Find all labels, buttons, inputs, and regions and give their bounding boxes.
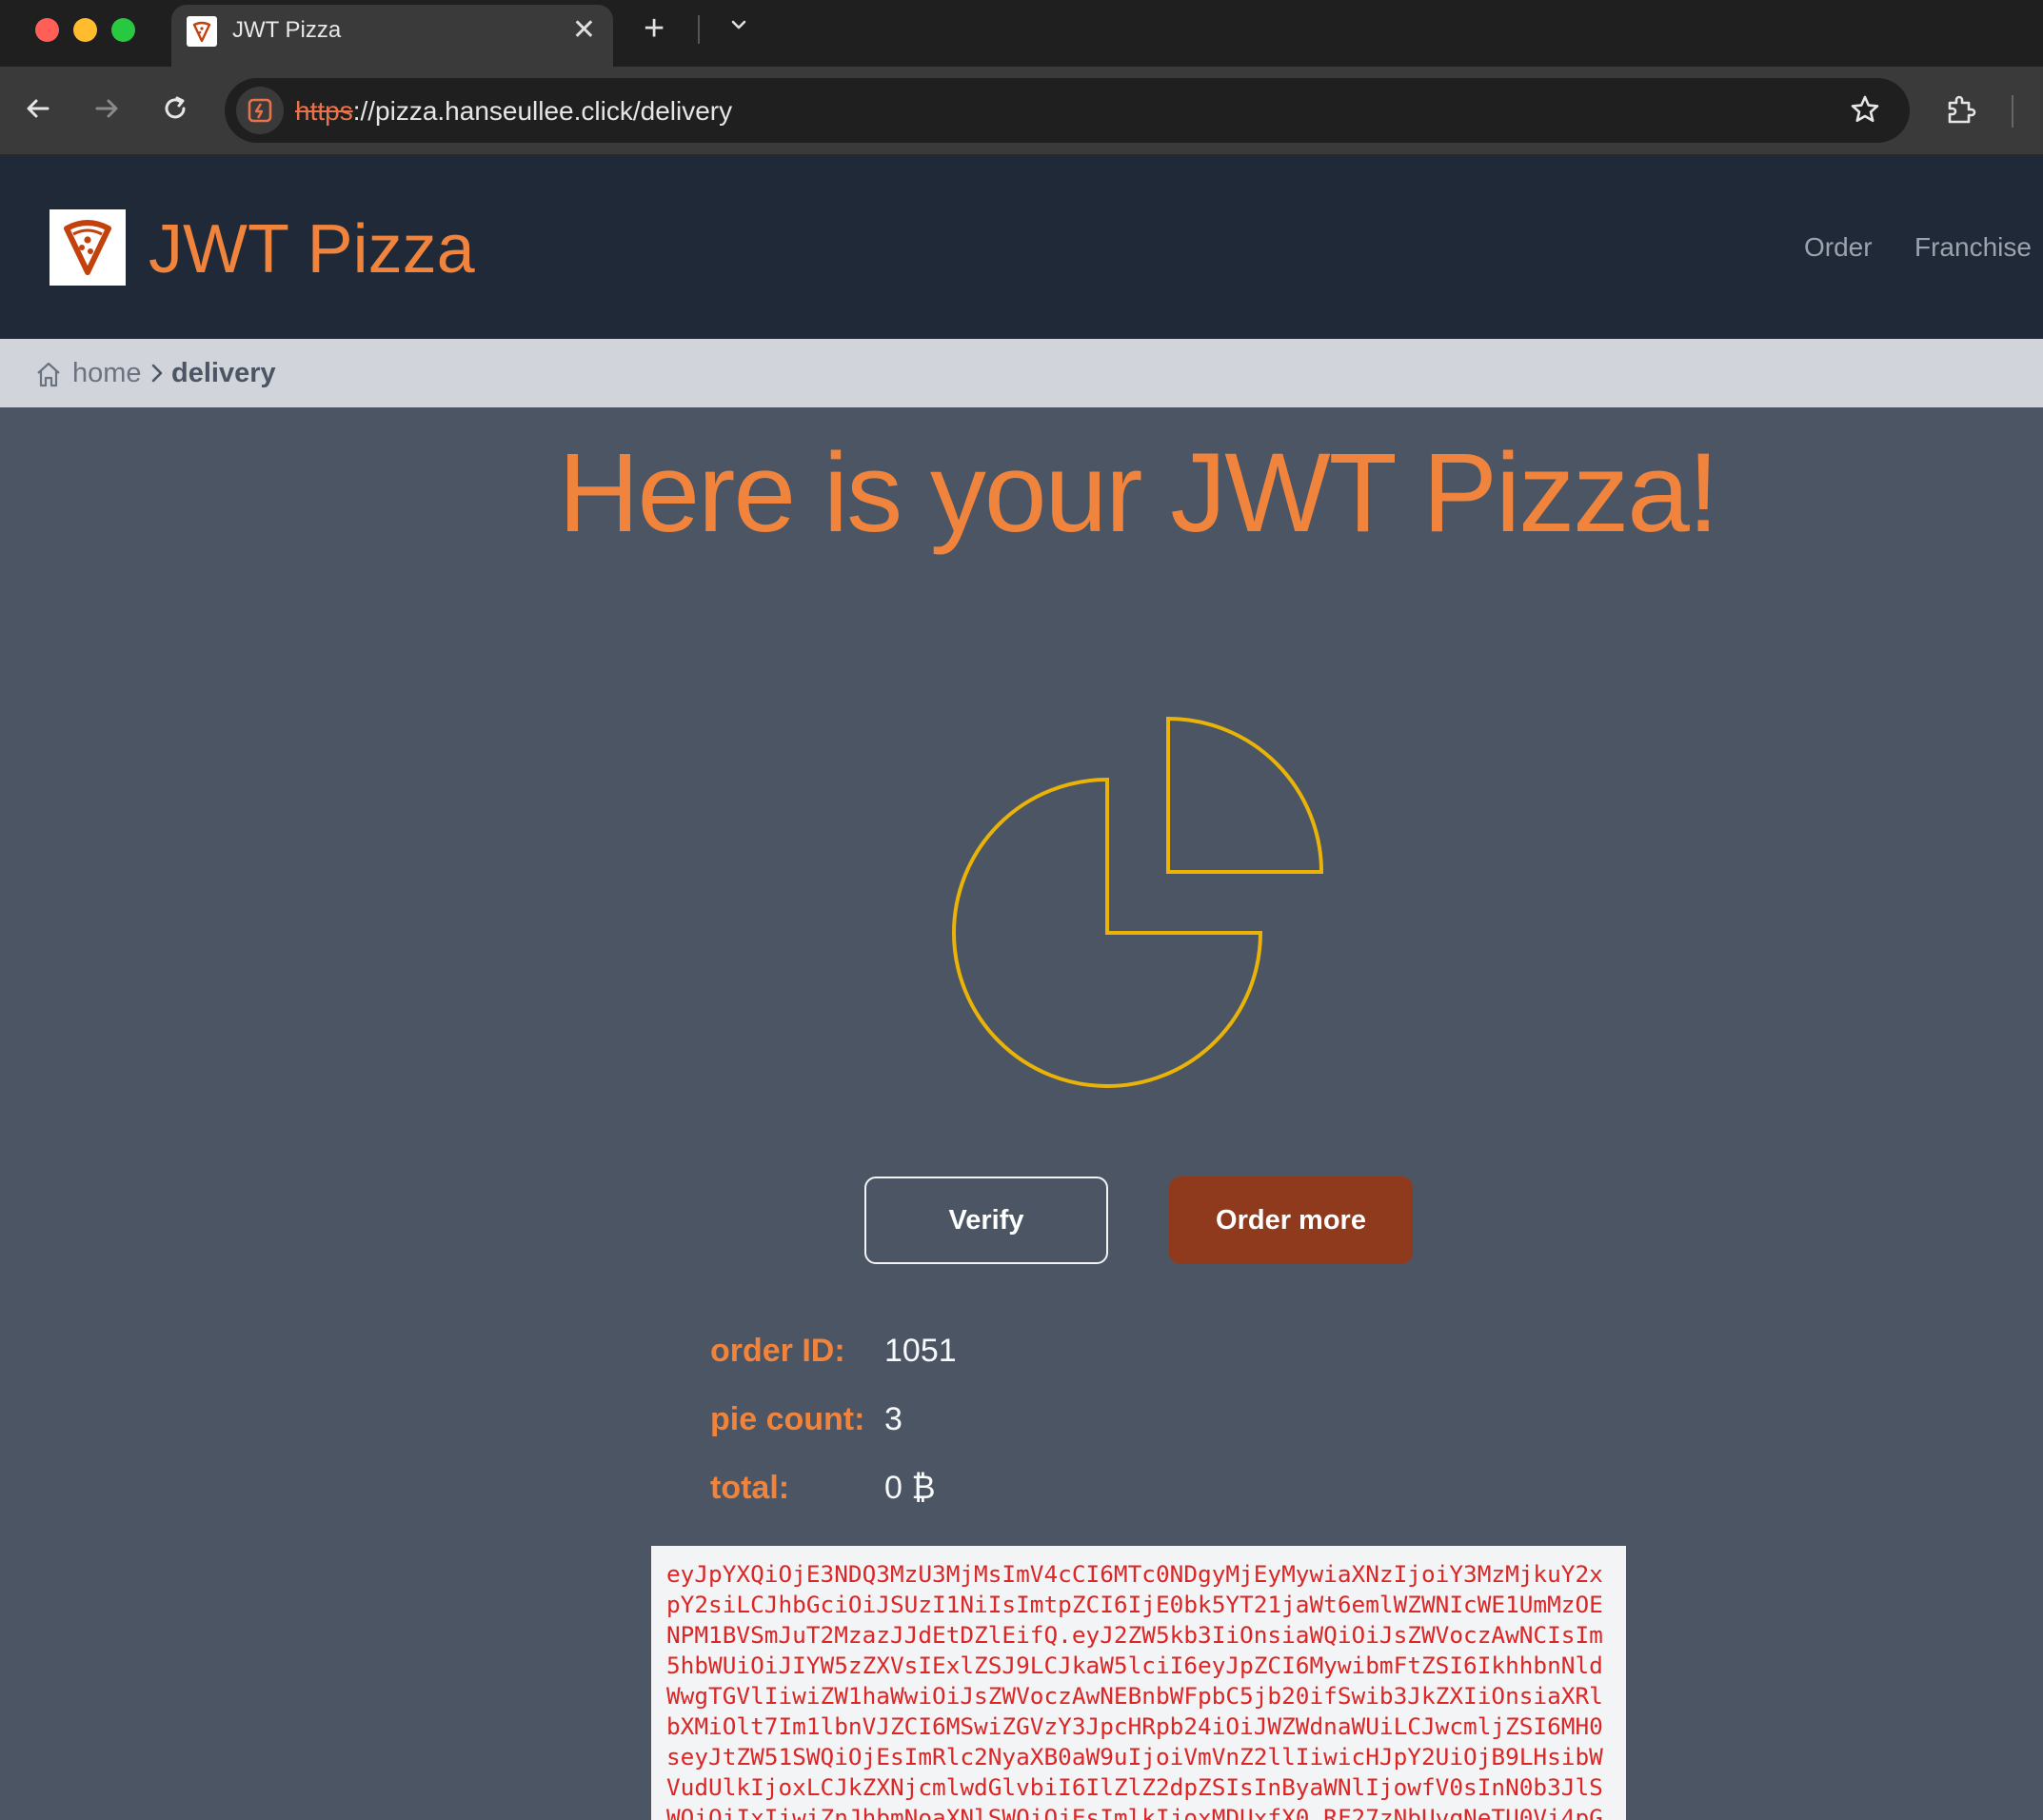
site-header: JWT Pizza Order Franchise — [0, 156, 2043, 339]
browser-tab[interactable]: JWT Pizza ✕ — [171, 5, 613, 67]
new-tab-icon[interactable]: + — [644, 10, 664, 48]
page-title: Here is your JWT Pizza! — [558, 430, 1718, 556]
browser-tab-bar: JWT Pizza ✕ + — [0, 0, 2043, 67]
browser-toolbar: https://pizza.hanseullee.click/delivery — [0, 67, 2043, 156]
close-tab-icon[interactable]: ✕ — [572, 13, 596, 48]
close-window-button[interactable] — [35, 18, 59, 42]
order-more-button[interactable]: Order more — [1169, 1177, 1413, 1264]
extensions-puzzle-icon[interactable] — [1942, 91, 1980, 134]
url-scheme: https — [295, 96, 353, 126]
bookmark-star-icon[interactable] — [1849, 93, 1881, 130]
order-id-label: order ID: — [710, 1333, 845, 1369]
minimize-window-button[interactable] — [73, 18, 97, 42]
reload-icon[interactable] — [156, 89, 194, 128]
home-icon[interactable] — [34, 360, 63, 393]
breadcrumb-home-link[interactable]: home — [72, 358, 142, 389]
nav-order-link[interactable]: Order — [1804, 232, 1873, 263]
forward-arrow-icon[interactable] — [88, 89, 126, 128]
pizza-logo-icon[interactable] — [50, 209, 126, 286]
back-arrow-icon[interactable] — [19, 89, 57, 128]
brand-title[interactable]: JWT Pizza — [149, 211, 475, 287]
breadcrumb: home delivery — [0, 339, 2043, 407]
url-path: ://pizza.hanseullee.click/delivery — [352, 96, 733, 126]
jwt-token-text: eyJpYXQiOjE3NDQ3MzU3MjMsImV4cCI6MTc0NDgy… — [666, 1560, 1603, 1820]
pie-count-label: pie count: — [710, 1401, 865, 1437]
nav-franchise-link[interactable]: Franchise — [1914, 232, 2032, 263]
total-label: total: — [710, 1470, 790, 1506]
jwt-token-box[interactable]: eyJpYXQiOjE3NDQ3MzU3MjMsImV4cCI6MTc0NDgy… — [651, 1546, 1626, 1820]
order-id-value: 1051 — [884, 1333, 957, 1369]
pizza-slice-icon — [187, 16, 217, 47]
toolbar-divider — [2012, 95, 2013, 128]
pie-chart-icon — [952, 716, 1324, 1088]
tab-title: JWT Pizza — [232, 17, 342, 43]
total-value: 0 ₿ — [884, 1470, 936, 1506]
maximize-window-button[interactable] — [111, 18, 135, 42]
breadcrumb-current: delivery — [171, 358, 276, 388]
address-bar[interactable]: https://pizza.hanseullee.click/delivery — [225, 78, 1910, 143]
tab-divider — [698, 15, 700, 44]
chevron-right-icon — [149, 362, 166, 389]
chevron-down-icon[interactable] — [725, 11, 752, 43]
url-text[interactable]: https://pizza.hanseullee.click/delivery — [295, 96, 732, 127]
verify-button[interactable]: Verify — [864, 1177, 1108, 1264]
not-secure-icon[interactable] — [236, 87, 284, 134]
pie-count-value: 3 — [884, 1401, 902, 1437]
